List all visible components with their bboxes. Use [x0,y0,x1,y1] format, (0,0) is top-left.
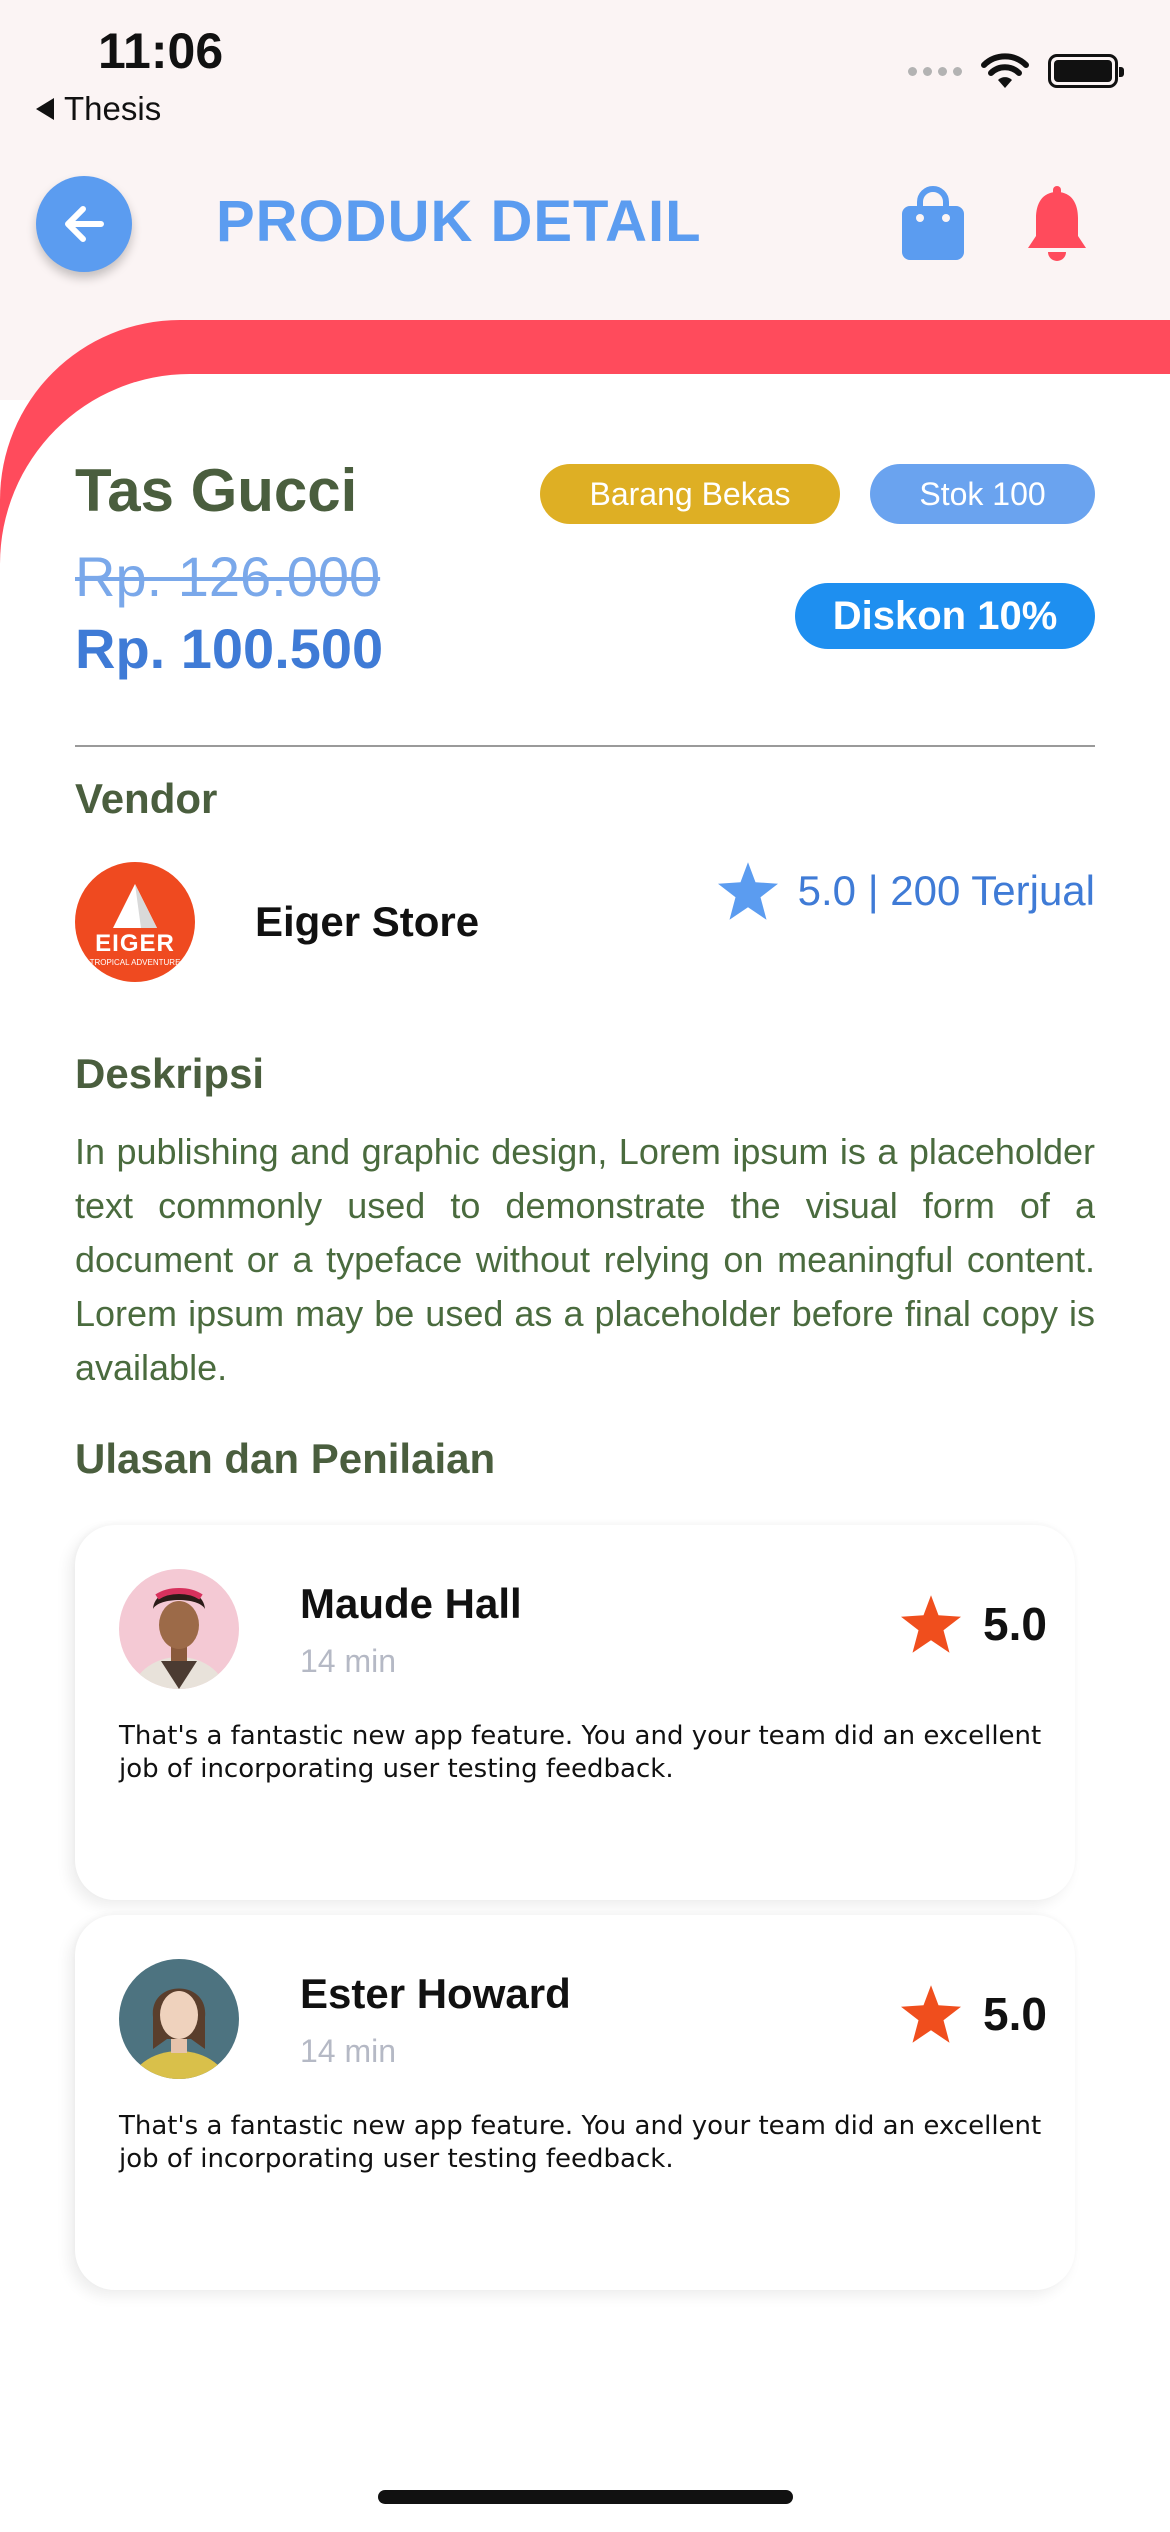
page-title: PRODUK DETAIL [216,189,702,254]
review-rating: 5.0 [901,1985,1047,2043]
reviewer-name: Ester Howard [300,1970,571,2017]
vendor-rating: 5.0 | 200 Terjual [717,862,1095,920]
original-price: Rp. 126.000 [75,545,381,608]
vendor-logo-text: EIGER [95,930,175,957]
reviews-heading: Ulasan dan Penilaian [75,1435,496,1482]
status-indicators [908,52,1124,90]
reviewer-name: Maude Hall [300,1580,522,1627]
back-button[interactable] [36,176,132,272]
home-indicator[interactable] [378,2490,793,2504]
review-text: That's a fantastic new app feature. You … [119,2111,1042,2174]
vendor-logo[interactable]: EIGER TROPICAL ADVENTURE [75,862,195,982]
review-text: That's a fantastic new app feature. You … [119,1721,1042,1784]
description-text: In publishing and graphic design, Lorem … [75,1131,1095,1388]
product-name: Tas Gucci [75,457,358,524]
review-card[interactable]: Maude Hall 14 min 5.0 That's a fantastic… [75,1525,1075,1900]
review-time: 14 min [300,2033,397,2069]
battery-icon [1048,54,1124,88]
vendor-name[interactable]: Eiger Store [255,898,479,946]
avatar [119,1569,239,1689]
review-rating-value: 5.0 [983,1988,1047,2040]
stock-badge: Stok 100 [870,464,1095,524]
back-to-app-label: Thesis [64,90,162,127]
condition-badge: Barang Bekas [540,464,840,524]
back-triangle-icon [36,98,54,120]
vendor-logo-subtext: TROPICAL ADVENTURE [89,958,181,967]
wifi-icon [981,53,1029,88]
shopping-bag-button[interactable] [900,186,966,266]
back-arrow-icon [65,206,104,242]
vendor-heading: Vendor [75,775,218,822]
shopping-bag-icon [902,186,964,260]
review-time: 14 min [300,1643,397,1679]
discount-badge: Diskon 10% [795,583,1095,649]
star-icon [901,1985,962,2043]
description-heading: Deskripsi [75,1050,265,1097]
avatar [119,1959,239,2079]
notification-button[interactable] [1024,186,1090,268]
star-icon [717,862,778,920]
cellular-signal-icon [908,66,962,76]
review-rating: 5.0 [901,1595,1047,1653]
back-to-app-link[interactable]: Thesis [36,90,161,128]
divider [75,745,1095,747]
review-card[interactable]: Ester Howard 14 min 5.0 That's a fantast… [75,1915,1075,2290]
bell-icon [1028,186,1086,261]
review-rating-value: 5.0 [983,1598,1047,1650]
status-time: 11:06 [98,23,224,79]
discounted-price: Rp. 100.500 [75,617,384,680]
vendor-stats-text: 5.0 | 200 Terjual [797,867,1095,914]
star-icon [901,1595,962,1653]
